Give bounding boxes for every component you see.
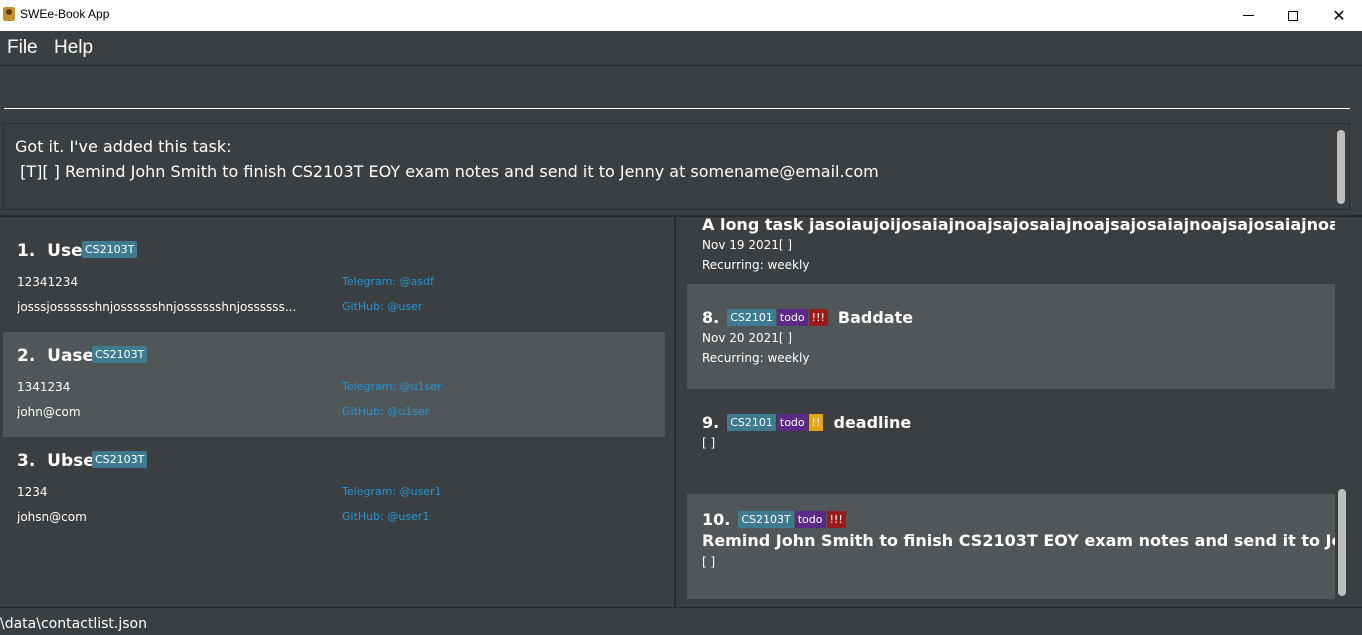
status-bar: \data\contactlist.json: [0, 607, 1362, 635]
task-priority-tag: !!: [808, 414, 824, 431]
person-phone: 12341234: [17, 275, 79, 289]
window-title: SWEe-Book App: [20, 7, 110, 21]
task-date: [ ]: [702, 555, 716, 569]
result-scrollbar[interactable]: [1337, 130, 1345, 204]
person-tag: CS2103T: [82, 241, 138, 258]
person-email: john@com: [17, 405, 81, 419]
task-title: Baddate: [837, 308, 914, 327]
task-title: Remind John Smith to finish CS2103T EOY …: [702, 531, 1335, 550]
person-list: 1. User CS2103T 12341234 josssjosssssshn…: [0, 217, 676, 607]
close-icon: ✕: [1332, 6, 1346, 25]
person-tag: CS2103T: [92, 346, 148, 363]
title-bar: SWEe-Book App ✕: [0, 0, 1362, 31]
person-github-link[interactable]: GitHub: @user1: [342, 510, 429, 523]
task-list: A long task jasoiaujoijosaiajnoajsajosai…: [678, 217, 1362, 607]
task-date: Nov 20 2021[ ]: [702, 331, 793, 345]
task-index: 9.: [702, 413, 720, 432]
data-file-path: \data\contactlist.json: [0, 616, 147, 632]
task-title: deadline: [833, 413, 912, 432]
task-card[interactable]: 9. CS2101 todo !! deadline [ ]: [687, 389, 1335, 494]
result-display: Got it. I've added this task: [T][ ] Rem…: [3, 123, 1350, 210]
person-tag: CS2103T: [92, 451, 148, 468]
result-text: Got it. I've added this task: [T][ ] Rem…: [15, 137, 879, 181]
task-type-tag: todo: [776, 414, 808, 431]
task-header: 10. CS2103T todo !!!: [702, 510, 846, 529]
command-box: [0, 67, 1362, 117]
person-telegram-link[interactable]: Telegram: @u1ser: [342, 380, 442, 393]
task-header: 8. CS2101 todo !!! Baddate: [702, 308, 913, 327]
task-index: 10.: [702, 510, 731, 529]
task-title: A long task jasoiaujoijosaiajnoajsajosai…: [702, 217, 1335, 234]
task-card[interactable]: 10. CS2103T todo !!! Remind John Smith t…: [687, 494, 1335, 599]
app-icon: [3, 7, 15, 21]
task-card[interactable]: 8. CS2101 todo !!! Baddate Nov 20 2021[ …: [687, 284, 1335, 389]
task-date: [ ]: [702, 436, 716, 450]
person-name: 1. User: [17, 241, 91, 261]
task-type-tag: todo: [794, 511, 826, 528]
minimize-button[interactable]: [1225, 0, 1271, 31]
maximize-icon: [1288, 10, 1298, 21]
task-date: Nov 19 2021[ ]: [702, 238, 793, 252]
task-priority-tag: !!!: [826, 511, 846, 528]
person-email: johsn@com: [17, 510, 87, 524]
task-recurring: Recurring: weekly: [702, 351, 810, 365]
task-recurring: Recurring: weekly: [702, 258, 810, 272]
person-name: 3. Ubser: [17, 451, 104, 471]
maximize-button[interactable]: [1270, 0, 1316, 31]
menu-help[interactable]: Help: [54, 37, 93, 59]
task-list-scrollbar[interactable]: [1338, 489, 1346, 596]
person-card[interactable]: 1. User CS2103T 12341234 josssjosssssshn…: [3, 227, 665, 332]
command-input[interactable]: [4, 73, 1350, 109]
task-module-tag: CS2101: [727, 414, 776, 431]
person-name: 2. Uaser: [17, 346, 103, 366]
close-button[interactable]: ✕: [1316, 0, 1362, 31]
person-phone: 1341234: [17, 380, 71, 394]
menu-bar: File Help: [0, 31, 1362, 66]
task-card[interactable]: A long task jasoiaujoijosaiajnoajsajosai…: [687, 217, 1335, 284]
task-type-tag: todo: [776, 309, 808, 326]
task-module-tag: CS2103T: [738, 511, 794, 528]
person-phone: 1234: [17, 485, 48, 499]
task-header: 9. CS2101 todo !! deadline: [702, 413, 911, 432]
task-module-tag: CS2101: [727, 309, 776, 326]
task-priority-tag: !!!: [808, 309, 828, 326]
person-telegram-link[interactable]: Telegram: @asdf: [342, 275, 434, 288]
person-email: josssjosssssshnjosssssshnjosssssshnjosss…: [17, 300, 297, 314]
person-card[interactable]: 2. Uaser CS2103T 1341234 john@com Telegr…: [3, 332, 665, 437]
person-card[interactable]: 3. Ubser CS2103T 1234 johsn@com Telegram…: [3, 437, 665, 542]
task-index: 8.: [702, 308, 720, 327]
person-github-link[interactable]: GitHub: @user: [342, 300, 422, 313]
person-github-link[interactable]: GitHub: @u1ser: [342, 405, 429, 418]
minimize-icon: [1242, 15, 1254, 16]
menu-file[interactable]: File: [7, 37, 38, 59]
person-telegram-link[interactable]: Telegram: @user1: [342, 485, 442, 498]
